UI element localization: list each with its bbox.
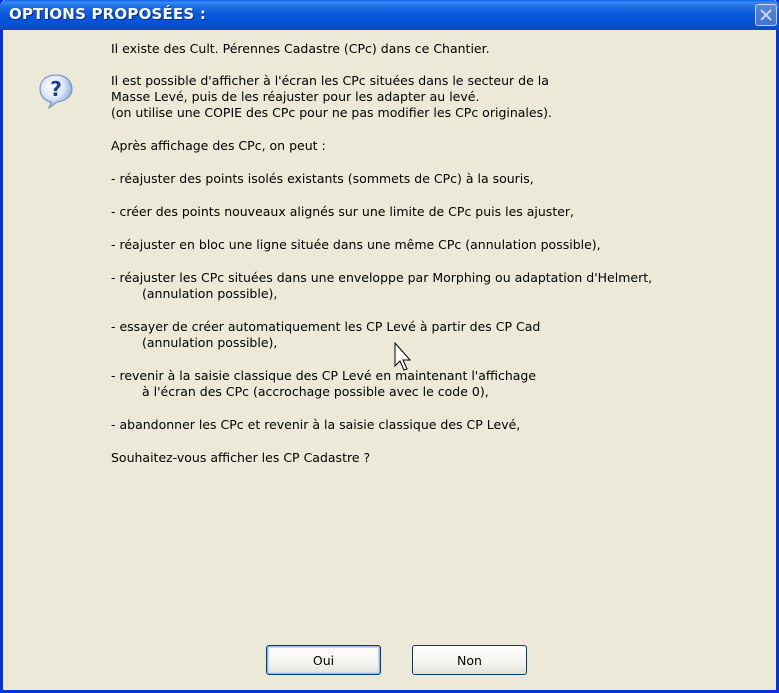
message-line: - réajuster des points isolés existants … bbox=[111, 171, 534, 186]
message-line: (annulation possible), bbox=[142, 335, 278, 350]
window-title: OPTIONS PROPOSÉES : bbox=[9, 5, 207, 23]
message-line: Masse Levé, puis de les réajuster pour l… bbox=[111, 89, 480, 104]
message-line: - créer des points nouveaux alignés sur … bbox=[111, 204, 575, 219]
mouse-cursor-icon bbox=[394, 342, 412, 371]
message-line: Il est possible d'afficher à l'écran les… bbox=[111, 73, 549, 88]
message-line: - abandonner les CPc et revenir à la sai… bbox=[111, 417, 521, 432]
svg-text:?: ? bbox=[50, 77, 62, 101]
message-line: Souhaitez-vous afficher les CP Cadastre … bbox=[111, 450, 371, 465]
question-icon: ? bbox=[39, 74, 73, 109]
message-line: Il existe des Cult. Pérennes Cadastre (C… bbox=[111, 41, 490, 56]
yes-button[interactable]: Oui bbox=[266, 645, 381, 675]
dialog-window: OPTIONS PROPOSÉES : ? Il existe des Cult… bbox=[0, 0, 779, 693]
message-line: - réajuster en bloc une ligne située dan… bbox=[111, 237, 601, 252]
message-line: - essayer de créer automatiquement les C… bbox=[111, 319, 541, 334]
message-line: (on utilise une COPIE des CPc pour ne pa… bbox=[111, 105, 552, 120]
close-icon bbox=[760, 9, 772, 21]
message-line: (annulation possible), bbox=[142, 286, 278, 301]
message-line: Après affichage des CPc, on peut : bbox=[111, 138, 326, 153]
close-button[interactable] bbox=[755, 4, 777, 26]
message-line: à l'écran des CPc (accrochage possible a… bbox=[142, 384, 489, 399]
message-line: - réajuster les CPc situées dans une env… bbox=[111, 270, 653, 285]
message-line: - revenir à la saisie classique des CP L… bbox=[111, 368, 537, 383]
title-bar[interactable]: OPTIONS PROPOSÉES : bbox=[0, 0, 779, 30]
no-button[interactable]: Non bbox=[412, 645, 527, 675]
